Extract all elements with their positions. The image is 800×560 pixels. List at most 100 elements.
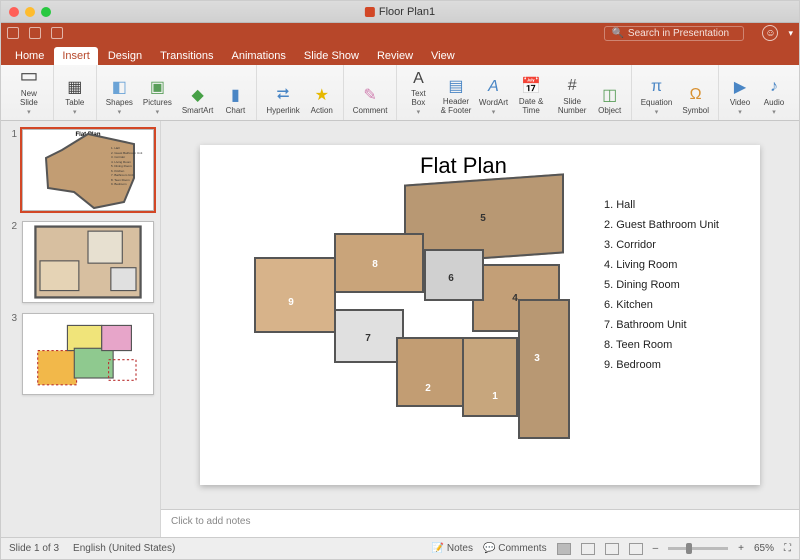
slide-counter: Slide 1 of 3 <box>9 543 59 554</box>
tab-design[interactable]: Design <box>100 47 150 65</box>
hyperlink-button[interactable]: ⮂Hyperlink <box>263 68 302 118</box>
chart-icon: ▮ <box>225 85 245 105</box>
legend-item: 4. Living Room <box>604 259 744 271</box>
wordart-icon: A <box>484 77 504 97</box>
room-label-6: 6 <box>442 269 460 287</box>
close-icon[interactable] <box>9 7 19 17</box>
legend-item: 9. Bedroom <box>604 359 744 371</box>
comments-toggle[interactable]: 💬 Comments <box>483 543 547 554</box>
zoom-level[interactable]: 65% <box>754 543 774 554</box>
room-label-3: 3 <box>528 349 546 367</box>
tab-insert[interactable]: Insert <box>54 47 98 65</box>
equation-icon: π <box>647 77 667 97</box>
room-label-5: 5 <box>474 209 492 227</box>
floorplan-thumb-icon <box>23 314 153 394</box>
action-icon: ★ <box>312 85 332 105</box>
audio-button[interactable]: ♪Audio▾ <box>759 68 789 118</box>
slide-thumbnail-3[interactable] <box>22 313 154 395</box>
language-button[interactable]: English (United States) <box>73 543 175 554</box>
tab-home[interactable]: Home <box>7 47 52 65</box>
notes-toggle[interactable]: 📝 Notes <box>432 543 473 554</box>
object-button[interactable]: ◫Object <box>595 68 625 118</box>
pictures-icon: ▣ <box>147 77 167 97</box>
search-input[interactable]: 🔍 Search in Presentation <box>604 26 744 41</box>
legend-item: 5. Dining Room <box>604 279 744 291</box>
datetime-button[interactable]: 📅Date & Time <box>513 68 550 118</box>
slide-icon: ▭ <box>17 64 41 88</box>
ribbon-insert: ▭New Slide▾ ▦Table▾ ◧Shapes▾ ▣Pictures▾ … <box>1 65 799 121</box>
thumb-number: 1 <box>7 129 17 211</box>
symbol-button[interactable]: ΩSymbol <box>679 68 712 118</box>
smartart-button[interactable]: ◆SmartArt <box>179 68 217 118</box>
slide-thumbnail-pane[interactable]: 1 Flat Plan 1. Hall2. Guest Bathroom Uni… <box>1 121 161 537</box>
chart-button[interactable]: ▮Chart <box>220 68 250 118</box>
room-label-1: 1 <box>486 387 504 405</box>
zoom-in-button[interactable]: + <box>738 543 744 554</box>
search-icon: 🔍 <box>611 28 623 39</box>
tab-animations[interactable]: Animations <box>224 47 294 65</box>
action-button[interactable]: ★Action <box>307 68 337 118</box>
slidenumber-button[interactable]: #Slide Number <box>554 68 591 118</box>
zoom-slider[interactable] <box>668 547 728 550</box>
comment-button[interactable]: ✎Comment <box>350 68 391 118</box>
video-button[interactable]: ▶Video▾ <box>725 68 755 118</box>
sorter-view-icon[interactable] <box>581 543 595 555</box>
object-icon: ◫ <box>600 85 620 105</box>
room-label-4: 4 <box>506 289 524 307</box>
floorplan-thumb-icon <box>23 222 153 302</box>
legend-item: 2. Guest Bathroom Unit <box>604 219 744 231</box>
room-label-8: 8 <box>366 255 384 273</box>
table-button[interactable]: ▦Table▾ <box>60 68 90 118</box>
document-name: Floor Plan1 <box>379 6 435 18</box>
textbox-icon: A <box>408 70 428 88</box>
reading-view-icon[interactable] <box>605 543 619 555</box>
tab-review[interactable]: Review <box>369 47 421 65</box>
minimize-icon[interactable] <box>25 7 35 17</box>
legend-item: 6. Kitchen <box>604 299 744 311</box>
user-avatar-icon[interactable]: ☺ <box>762 25 778 41</box>
ribbon-tabs: Home Insert Design Transitions Animation… <box>1 43 799 65</box>
tab-slideshow[interactable]: Slide Show <box>296 47 367 65</box>
pictures-button[interactable]: ▣Pictures▾ <box>140 68 175 118</box>
equation-button[interactable]: πEquation▾ <box>638 68 676 118</box>
slide-legend[interactable]: 1. Hall 2. Guest Bathroom Unit 3. Corrid… <box>604 199 744 379</box>
room-label-2: 2 <box>419 379 437 397</box>
notes-pane[interactable]: Click to add notes <box>161 509 799 537</box>
slide-thumbnail-1[interactable]: Flat Plan 1. Hall2. Guest Bathroom Unit3… <box>22 129 154 211</box>
slide-canvas-area: Flat Plan 1 2 3 4 5 6 <box>161 121 799 537</box>
audio-icon: ♪ <box>764 77 784 97</box>
room-label-7: 7 <box>359 329 377 347</box>
new-slide-button[interactable]: ▭New Slide▾ <box>11 68 47 118</box>
tab-view[interactable]: View <box>423 47 463 65</box>
redo-icon[interactable] <box>51 27 63 39</box>
headerfooter-button[interactable]: ▤Header & Footer <box>437 68 474 118</box>
wordart-button[interactable]: AWordArt▾ <box>479 68 509 118</box>
thumb-legend: 1. Hall2. Guest Bathroom Unit3. Corridor… <box>111 146 149 187</box>
slide-thumbnail-2[interactable] <box>22 221 154 303</box>
textbox-button[interactable]: AText Box▾ <box>403 68 433 118</box>
zoom-out-button[interactable]: – <box>653 543 659 554</box>
headerfooter-icon: ▤ <box>446 76 466 96</box>
datetime-icon: 📅 <box>521 76 541 96</box>
undo-icon[interactable] <box>29 27 41 39</box>
window-titlebar: Floor Plan1 <box>1 1 799 23</box>
document-title: Floor Plan1 <box>365 6 435 18</box>
legend-item: 1. Hall <box>604 199 744 211</box>
quick-access-toolbar: 🔍 Search in Presentation ☺ ▾ <box>1 23 799 43</box>
normal-view-icon[interactable] <box>557 543 571 555</box>
maximize-icon[interactable] <box>41 7 51 17</box>
save-icon[interactable] <box>7 27 19 39</box>
tab-transitions[interactable]: Transitions <box>152 47 221 65</box>
slidenum-icon: # <box>562 76 582 96</box>
slide-viewport[interactable]: Flat Plan 1 2 3 4 5 6 <box>161 121 799 509</box>
shapes-icon: ◧ <box>109 77 129 97</box>
thumb-number: 2 <box>7 221 17 303</box>
chevron-down-icon[interactable]: ▾ <box>788 28 793 39</box>
fit-window-icon[interactable]: ⛶ <box>784 543 791 554</box>
traffic-lights <box>9 7 51 17</box>
slideshow-view-icon[interactable] <box>629 543 643 555</box>
room-label-9: 9 <box>282 293 300 311</box>
floor-plan-graphic[interactable]: 1 2 3 4 5 6 7 8 9 <box>214 169 584 469</box>
slide[interactable]: Flat Plan 1 2 3 4 5 6 <box>200 145 760 485</box>
shapes-button[interactable]: ◧Shapes▾ <box>103 68 136 118</box>
